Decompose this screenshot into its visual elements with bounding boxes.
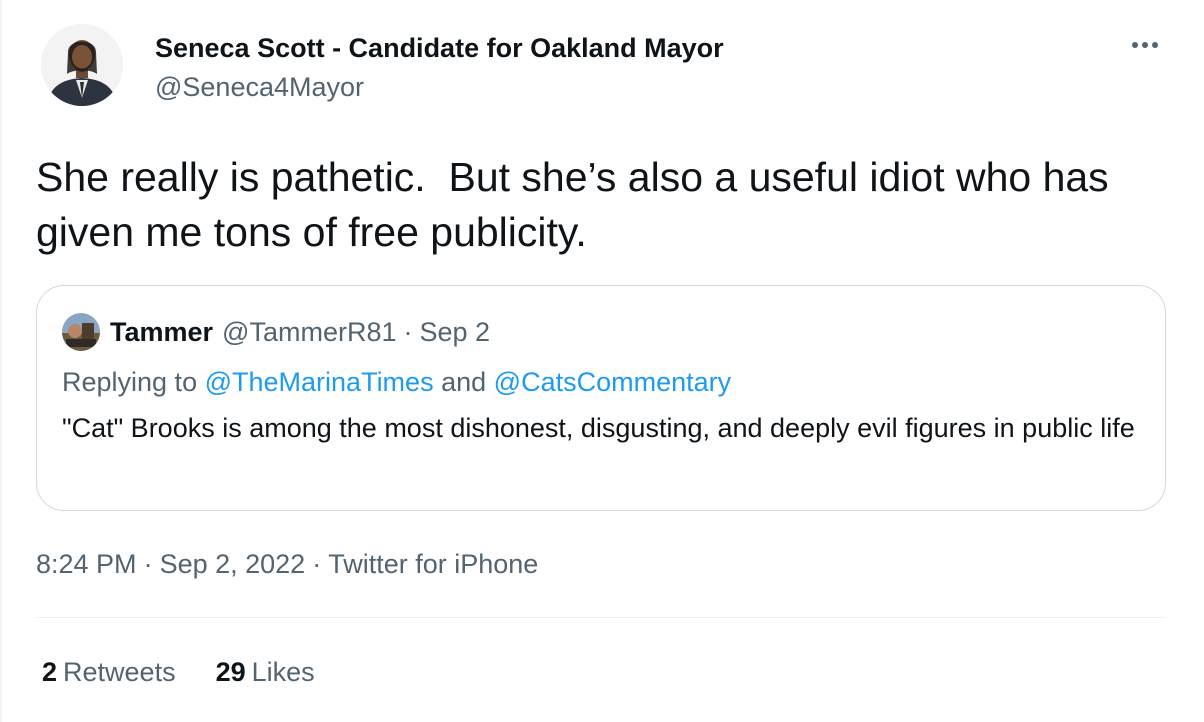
retweets-label: Retweets	[63, 657, 176, 687]
meta-separator-1: ·	[143, 549, 153, 579]
meta-separator-2: ·	[312, 549, 322, 579]
likes-stat[interactable]: 29 Likes	[216, 654, 315, 690]
author-avatar[interactable]	[41, 24, 123, 106]
replying-prefix: Replying to	[62, 367, 198, 397]
likes-count: 29	[215, 657, 246, 687]
tweet-source[interactable]: Twitter for iPhone	[328, 549, 538, 579]
divider	[36, 617, 1166, 618]
author-display-name[interactable]: Seneca Scott - Candidate for Oakland May…	[155, 31, 724, 65]
quoted-separator: ·	[403, 317, 413, 347]
more-options-icon[interactable]	[1128, 30, 1162, 60]
author-handle[interactable]: @Seneca4Mayor	[155, 69, 724, 105]
likes-label: Likes	[251, 657, 315, 687]
quoted-author-name[interactable]: Tammer	[110, 314, 213, 350]
quoted-author-handle[interactable]: @TammerR81	[222, 314, 396, 350]
tweet-metadata: 8:24 PM · Sep 2, 2022 · Twitter for iPhone	[36, 546, 538, 582]
author-names: Seneca Scott - Candidate for Oakland May…	[155, 31, 724, 105]
quoted-tweet-text: "Cat" Brooks is among the most dishonest…	[62, 413, 1135, 443]
quoted-tweet-header: Tammer @TammerR81 · Sep 2	[62, 313, 490, 351]
retweets-count: 2	[42, 657, 58, 687]
quoted-date[interactable]: Sep 2	[420, 314, 491, 350]
tweet-header: Seneca Scott - Candidate for Oakland May…	[41, 24, 724, 116]
quoted-tweet[interactable]: Tammer @TammerR81 · Sep 2 Replying to @T…	[36, 285, 1166, 511]
tweet-stats: 2 Retweets 29 Likes	[42, 654, 355, 690]
tweet-text: She really is pathetic. But she’s also a…	[36, 154, 1121, 255]
tweet-date[interactable]: Sep 2, 2022	[160, 549, 306, 579]
retweets-stat[interactable]: 2 Retweets	[42, 654, 176, 690]
quoted-replying-to: Replying to @TheMarinaTimes and @CatsCom…	[62, 364, 731, 400]
quoted-avatar-image	[62, 313, 100, 351]
reply-and: and	[441, 367, 487, 397]
reply-mention-1[interactable]: @TheMarinaTimes	[205, 367, 434, 397]
timeline-border	[0, 0, 2, 722]
reply-mention-2[interactable]: @CatsCommentary	[494, 367, 731, 397]
tweet-detail: Seneca Scott - Candidate for Oakland May…	[0, 0, 1204, 722]
avatar-image	[41, 24, 123, 106]
quoted-author-avatar[interactable]	[62, 313, 100, 351]
tweet-time[interactable]: 8:24 PM	[36, 549, 137, 579]
